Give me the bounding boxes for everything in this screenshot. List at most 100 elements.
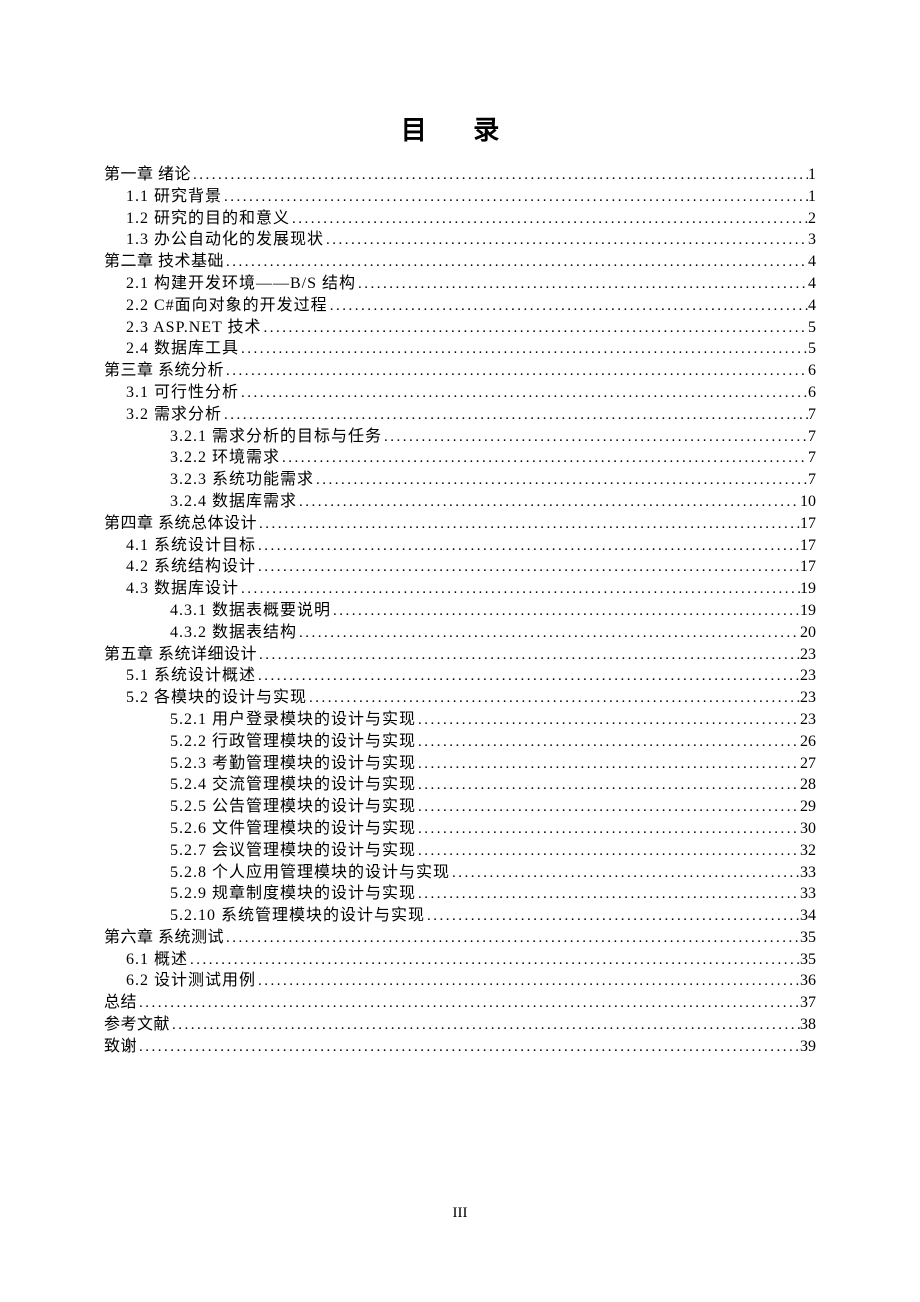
toc-entry-page: 7	[808, 448, 816, 469]
toc-dot-leader	[239, 340, 808, 360]
toc-dot-leader	[450, 864, 800, 884]
toc-entry-label: 5.2.2 行政管理模块的设计与实现	[170, 732, 416, 753]
toc-entry-label: 3.2.3 系统功能需求	[170, 470, 314, 491]
toc-entry-label: 1.3 办公自动化的发展现状	[126, 230, 324, 251]
toc-entry-label: 5.2 各模块的设计与实现	[126, 688, 307, 709]
toc-dot-leader	[256, 667, 800, 687]
toc-entry: 第一章 绪论 1	[104, 165, 816, 186]
toc-entry: 6.2 设计测试用例 36	[104, 971, 816, 992]
toc-entry-page: 7	[808, 470, 816, 491]
toc-entry-page: 23	[800, 710, 816, 731]
toc-entry-label: 5.1 系统设计概述	[126, 666, 256, 687]
toc-entry: 4.3 数据库设计 19	[104, 579, 816, 600]
toc-entry-page: 19	[800, 579, 816, 600]
toc-entry-label: 3.2.4 数据库需求	[170, 492, 297, 513]
toc-entry-page: 27	[800, 754, 816, 775]
toc-entry: 1.3 办公自动化的发展现状 3	[104, 230, 816, 251]
toc-dot-leader	[416, 733, 800, 753]
toc-entry-label: 5.2.10 系统管理模块的设计与实现	[170, 906, 425, 927]
toc-entry-page: 34	[800, 906, 816, 927]
toc-dot-leader	[224, 929, 800, 949]
toc-dot-leader	[256, 972, 800, 992]
toc-entry-page: 6	[808, 383, 816, 404]
toc-dot-leader	[257, 646, 800, 666]
toc-entry-label: 参考文献	[104, 1015, 170, 1036]
toc-entry-page: 5	[808, 339, 816, 360]
toc-entry: 总结 37	[104, 993, 816, 1014]
toc-entry-page: 30	[800, 819, 816, 840]
toc-entry-page: 5	[808, 318, 816, 339]
toc-dot-leader	[224, 253, 808, 273]
toc-entry-page: 23	[800, 666, 816, 687]
toc-entry: 5.2.1 用户登录模块的设计与实现 23	[104, 710, 816, 731]
toc-dot-leader	[416, 711, 800, 731]
toc-entry-page: 17	[800, 536, 816, 557]
toc-entry-label: 3.2 需求分析	[126, 405, 222, 426]
toc-entry-page: 4	[808, 252, 816, 273]
toc-dot-leader	[256, 558, 800, 578]
toc-entry-page: 39	[800, 1037, 816, 1058]
toc-entry-page: 2	[808, 209, 816, 230]
toc-entry-label: 4.1 系统设计目标	[126, 536, 256, 557]
toc-entry: 第二章 技术基础 4	[104, 252, 816, 273]
toc-entry-page: 4	[808, 296, 816, 317]
toc-entry-page: 17	[800, 514, 816, 535]
toc-entry: 5.2.2 行政管理模块的设计与实现 26	[104, 732, 816, 753]
toc-entry: 2.1 构建开发环境——B/S 结构 4	[104, 274, 816, 295]
toc-entry-page: 4	[808, 274, 816, 295]
toc-entry: 5.2.6 文件管理模块的设计与实现 30	[104, 819, 816, 840]
toc-dot-leader	[239, 580, 800, 600]
toc-entry-page: 37	[800, 993, 816, 1014]
toc-entry-page: 35	[800, 950, 816, 971]
toc-entry: 4.1 系统设计目标 17	[104, 536, 816, 557]
toc-entry-label: 2.2 C#面向对象的开发过程	[126, 296, 328, 317]
toc-entry-page: 33	[800, 863, 816, 884]
toc-dot-leader	[222, 188, 808, 208]
toc-entry: 第三章 系统分析 6	[104, 361, 816, 382]
toc-dot-leader	[356, 275, 808, 295]
toc-dot-leader	[297, 493, 800, 513]
toc-entry-label: 第六章 系统测试	[104, 928, 224, 949]
toc-title: 目 录	[104, 110, 816, 147]
toc-dot-leader	[382, 428, 808, 448]
toc-dot-leader	[191, 166, 808, 186]
toc-entry-page: 3	[808, 230, 816, 251]
toc-entry-label: 5.2.9 规章制度模块的设计与实现	[170, 884, 416, 905]
toc-entry: 3.2.1 需求分析的目标与任务 7	[104, 427, 816, 448]
toc-entry-label: 致谢	[104, 1037, 137, 1058]
toc-entry-label: 2.3 ASP.NET 技术	[126, 318, 262, 339]
toc-entry-page: 1	[808, 165, 816, 186]
toc-entry: 3.2.2 环境需求 7	[104, 448, 816, 469]
toc-dot-leader	[307, 689, 800, 709]
toc-entry-label: 3.1 可行性分析	[126, 383, 239, 404]
toc-entry: 第五章 系统详细设计 23	[104, 645, 816, 666]
toc-entry-label: 5.2.3 考勤管理模块的设计与实现	[170, 754, 416, 775]
toc-entry-label: 5.2.8 个人应用管理模块的设计与实现	[170, 863, 450, 884]
toc-entry-page: 10	[800, 492, 816, 513]
toc-entry: 致谢 39	[104, 1037, 816, 1058]
toc-entry-page: 35	[800, 928, 816, 949]
toc-entry-label: 4.3.1 数据表概要说明	[170, 601, 331, 622]
toc-entry-page: 20	[800, 623, 816, 644]
toc-entry-page: 38	[800, 1015, 816, 1036]
toc-entry-page: 29	[800, 797, 816, 818]
toc-entry: 5.2.7 会议管理模块的设计与实现 32	[104, 841, 816, 862]
toc-dot-leader	[324, 231, 808, 251]
toc-entry-page: 36	[800, 971, 816, 992]
toc-entry: 5.2.4 交流管理模块的设计与实现 28	[104, 775, 816, 796]
toc-dot-leader	[416, 776, 800, 796]
toc-dot-leader	[170, 1016, 800, 1036]
toc-dot-leader	[137, 994, 800, 1014]
toc-entry: 参考文献 38	[104, 1015, 816, 1036]
toc-entry: 2.4 数据库工具 5	[104, 339, 816, 360]
toc-dot-leader	[331, 602, 800, 622]
toc-entry-label: 2.1 构建开发环境——B/S 结构	[126, 274, 356, 295]
toc-dot-leader	[416, 820, 800, 840]
table-of-contents: 第一章 绪论 11.1 研究背景 11.2 研究的目的和意义 21.3 办公自动…	[104, 165, 816, 1058]
toc-dot-leader	[188, 951, 800, 971]
toc-dot-leader	[425, 907, 800, 927]
toc-entry-page: 19	[800, 601, 816, 622]
toc-entry-page: 28	[800, 775, 816, 796]
toc-entry-page: 23	[800, 688, 816, 709]
toc-entry: 第六章 系统测试 35	[104, 928, 816, 949]
